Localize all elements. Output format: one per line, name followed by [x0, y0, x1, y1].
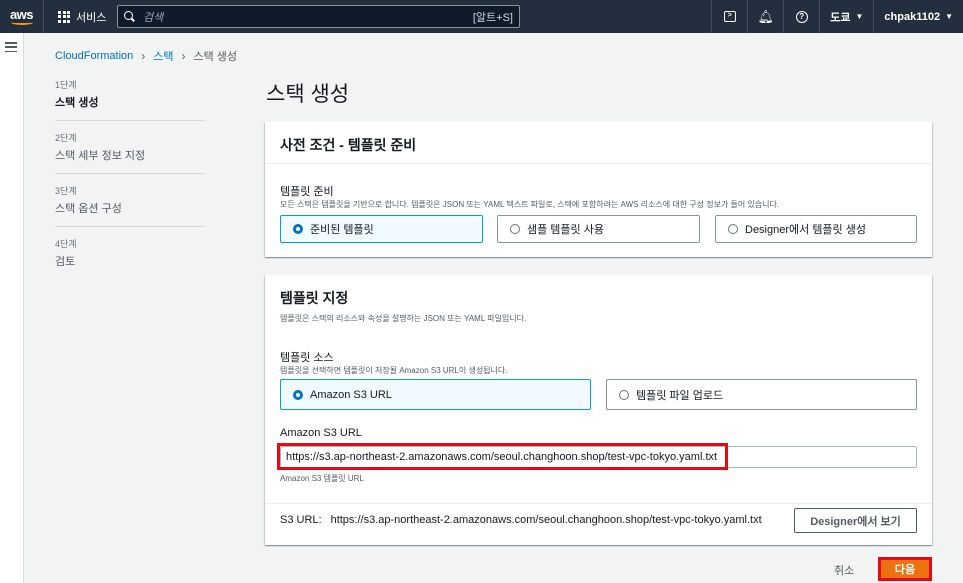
radio-icon [619, 389, 629, 400]
chevron-right-icon: › [141, 49, 146, 63]
help-button[interactable]: ? [783, 0, 819, 33]
menu-icon[interactable] [5, 42, 17, 52]
option-template-ready[interactable]: 준비된 템플릿 [280, 215, 483, 243]
template-source-label: 템플릿 소스 [280, 352, 334, 364]
template-source-description: 템플릿을 선택하면 템플릿이 저장될 Amazon S3 URL이 생성됩니다. [280, 366, 508, 375]
s3-url-hint: Amazon S3 템플릿 URL [280, 474, 364, 483]
breadcrumb-cloudformation[interactable]: CloudFormation [55, 50, 133, 62]
wizard-steps: 1단계 스택 생성 2단계 스택 세부 정보 지정 3단계 스택 옵션 구성 4… [55, 78, 205, 289]
cloudshell-button[interactable]: > [711, 0, 747, 33]
s3-url-label: Amazon S3 URL [280, 427, 362, 439]
s3-url-readout: S3 URL: https://s3.ap-northeast-2.amazona… [280, 514, 762, 526]
radio-icon [510, 224, 520, 234]
panel-description: 템플릿은 스택의 리소스와 속성을 설명하는 JSON 또는 YAML 파일입니… [280, 314, 527, 323]
prepare-template-description: 모든 스택은 템플릿을 기반으로 합니다. 템플릿은 JSON 또는 YAML … [280, 200, 780, 209]
panel-header: 템플릿 지정 템플릿은 스택의 리소스와 속성을 설명하는 JSON 또는 YA… [265, 275, 932, 324]
breadcrumb-current: 스택 생성 [193, 51, 238, 63]
step-2: 2단계 스택 세부 정보 지정 [55, 131, 205, 174]
option-amazon-s3-url[interactable]: Amazon S3 URL [280, 379, 591, 410]
search-input[interactable]: 검색 [알트+S] [117, 5, 520, 28]
option-designer-template[interactable]: Designer에서 템플릿 생성 [715, 215, 917, 243]
breadcrumb-stacks[interactable]: 스택 [153, 48, 173, 64]
breadcrumb: CloudFormation › 스택 › 스택 생성 [55, 48, 237, 64]
view-in-designer-button[interactable]: Designer에서 보기 [794, 508, 917, 533]
prerequisite-panel: 사전 조건 - 템플릿 준비 템플릿 준비 모든 스택은 템플릿을 기반으로 합… [265, 122, 932, 257]
search-shortcut: [알트+S] [472, 11, 513, 24]
step-1: 1단계 스택 생성 [55, 78, 205, 121]
grid-icon [58, 10, 70, 23]
radio-icon [293, 389, 303, 400]
caret-down-icon: ▼ [855, 12, 864, 21]
top-navigation: aws 서비스 검색 [알트+S] > 🔔︎ ? 도쿄 ▼ chpak1102 … [0, 0, 963, 33]
prepare-template-label: 템플릿 준비 [280, 186, 334, 198]
step-4: 4단계 검토 [55, 239, 77, 268]
next-button[interactable]: 다음 [878, 557, 932, 581]
panel-title: 사전 조건 - 템플릿 준비 [280, 137, 417, 153]
specify-template-panel: 템플릿 지정 템플릿은 스택의 리소스와 속성을 설명하는 JSON 또는 YA… [265, 275, 932, 545]
aws-logo[interactable]: aws [0, 0, 44, 33]
step-3: 3단계 스택 옵션 구성 [55, 184, 205, 227]
radio-icon [293, 224, 303, 234]
side-rail [0, 33, 24, 583]
search-placeholder: 검색 [143, 11, 164, 24]
services-menu-button[interactable]: 서비스 [44, 0, 116, 33]
notifications-button[interactable]: 🔔︎ [747, 0, 783, 33]
search-icon [124, 11, 135, 22]
bell-icon: 🔔︎ [757, 8, 774, 24]
divider [265, 503, 932, 504]
nav-right: > 🔔︎ ? 도쿄 ▼ chpak1102 ▼ [711, 0, 963, 33]
terminal-icon: > [723, 11, 736, 22]
panel-header: 사전 조건 - 템플릿 준비 [265, 122, 932, 164]
aws-smile-icon [10, 20, 33, 25]
caret-down-icon: ▼ [945, 12, 953, 21]
chevron-right-icon: › [181, 49, 186, 63]
cancel-button[interactable]: 취소 [834, 562, 854, 578]
panel-title: 템플릿 지정 [280, 290, 349, 306]
scrollbar[interactable] [959, 33, 963, 583]
radio-icon [728, 224, 738, 234]
option-upload-template-file[interactable]: 템플릿 파일 업로드 [606, 379, 917, 410]
option-sample-template[interactable]: 샘플 템플릿 사용 [497, 215, 700, 243]
url-highlight-box [277, 443, 728, 470]
account-menu[interactable]: chpak1102 ▼ [873, 0, 963, 33]
region-menu[interactable]: 도쿄 ▼ [819, 0, 873, 33]
help-icon: ? [795, 10, 808, 23]
page-title: 스택 생성 [266, 83, 350, 106]
